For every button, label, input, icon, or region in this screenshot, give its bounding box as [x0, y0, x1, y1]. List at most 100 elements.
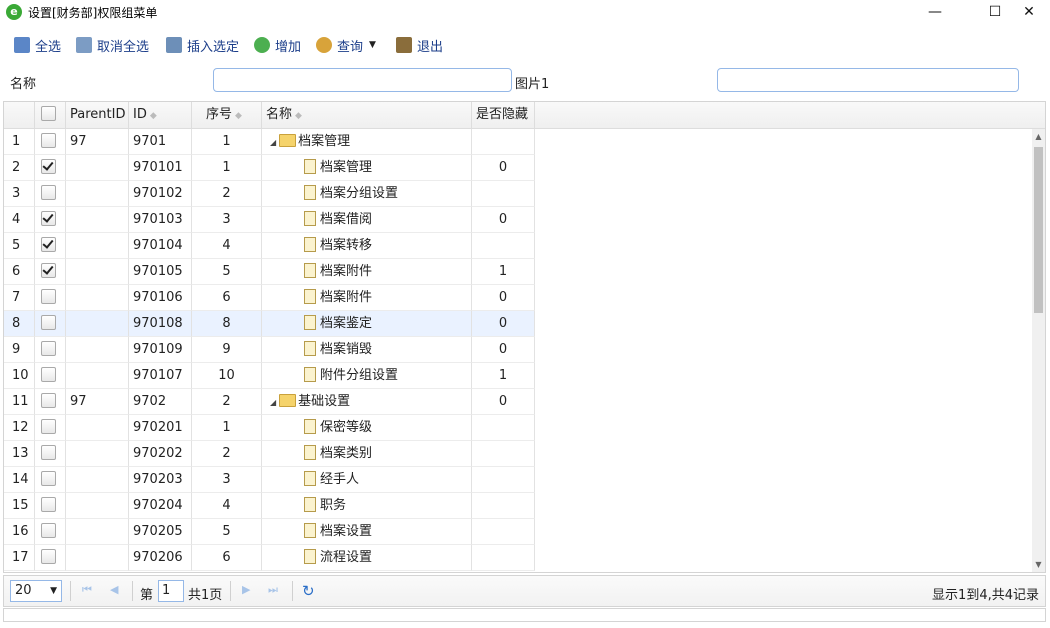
table-row[interactable]: 2 970101 1 档案管理 0: [4, 155, 535, 181]
row-checkbox[interactable]: [41, 393, 56, 408]
row-checkbox[interactable]: [41, 497, 56, 512]
row-checkbox[interactable]: [41, 445, 56, 460]
table-row[interactable]: 15 970204 4 职务: [4, 493, 535, 519]
table-row[interactable]: 7 970106 6 档案附件 0: [4, 285, 535, 311]
header-parentid[interactable]: ParentID: [66, 102, 129, 128]
folder-icon: [279, 134, 297, 147]
cell-id: 970107: [129, 363, 192, 389]
row-checkbox[interactable]: [41, 549, 56, 564]
row-checkbox[interactable]: [41, 419, 56, 434]
chevron-down-icon[interactable]: ▼: [369, 40, 376, 50]
cell-id: 970103: [129, 207, 192, 233]
menu-name-label: 档案转移: [320, 238, 373, 253]
select-all-button[interactable]: 全选: [14, 34, 61, 56]
row-number-value: 14: [12, 472, 29, 487]
table-row[interactable]: 14 970203 3 经手人: [4, 467, 535, 493]
header-hidden[interactable]: 是否隐藏: [472, 102, 535, 128]
cell-hidden: [472, 519, 535, 545]
cell-parentid: 97: [66, 129, 129, 155]
image-input[interactable]: [717, 68, 1019, 92]
page-size-select[interactable]: 20 ▼: [10, 580, 62, 602]
table-row[interactable]: 6 970105 5 档案附件 1: [4, 259, 535, 285]
table-row[interactable]: 17 970206 6 流程设置: [4, 545, 535, 571]
row-checkbox[interactable]: [41, 341, 56, 356]
row-checkbox[interactable]: [41, 185, 56, 200]
header-seq[interactable]: 序号 ◆: [192, 102, 262, 128]
row-checkbox[interactable]: [41, 237, 56, 252]
scroll-thumb[interactable]: [1034, 147, 1043, 313]
row-checkbox[interactable]: [41, 159, 56, 174]
first-page-icon[interactable]: ⏮: [82, 583, 92, 597]
cell-id: 970201: [129, 415, 192, 441]
deselect-all-button[interactable]: 取消全选: [76, 34, 149, 56]
cell-parentid: [66, 311, 129, 337]
row-checkbox[interactable]: [41, 289, 56, 304]
table-row[interactable]: 8 970108 8 档案鉴定 0: [4, 311, 535, 337]
row-number-value: 1: [12, 134, 21, 149]
header-select-all-checkbox[interactable]: [41, 106, 56, 121]
next-page-icon[interactable]: ▶: [242, 583, 250, 596]
title-bar: e 设置[财务部]权限组菜单 — ☐ ✕: [0, 0, 1050, 24]
table-row[interactable]: 16 970205 5 档案设置: [4, 519, 535, 545]
refresh-icon[interactable]: ↻: [302, 582, 315, 600]
add-button[interactable]: 增加: [254, 34, 301, 56]
table-row[interactable]: 10 970107 10 附件分组设置 1: [4, 363, 535, 389]
name-input[interactable]: [213, 68, 512, 92]
chevron-down-icon: ▼: [50, 586, 57, 596]
table-row[interactable]: 3 970102 2 档案分组设置: [4, 181, 535, 207]
insert-selected-button[interactable]: 插入选定: [166, 34, 239, 56]
cell-hidden: 0: [472, 337, 535, 363]
exit-label: 退出: [417, 39, 444, 55]
app-icon: e: [6, 4, 22, 20]
table-row[interactable]: 9 970109 9 档案销毁 0: [4, 337, 535, 363]
prev-page-icon[interactable]: ◀: [110, 583, 118, 596]
file-icon: [304, 471, 316, 486]
table-row[interactable]: 5 970104 4 档案转移: [4, 233, 535, 259]
menu-name-label: 基础设置: [298, 394, 351, 409]
row-checkbox[interactable]: [41, 263, 56, 278]
expand-toggle-icon[interactable]: ◢: [270, 130, 276, 154]
header-id[interactable]: ID ◆: [129, 102, 192, 128]
cell-seq: 4: [192, 493, 262, 519]
page-number-input[interactable]: 1: [158, 580, 184, 602]
cell-seq-value: 3: [222, 472, 231, 487]
scroll-down-icon[interactable]: ▼: [1032, 560, 1045, 570]
exit-button[interactable]: 退出: [396, 34, 443, 56]
cell-id-value: 970202: [133, 446, 183, 461]
cell-name: ◢ 基础设置: [262, 389, 472, 415]
scroll-up-icon[interactable]: ▲: [1032, 132, 1045, 142]
cell-id-value: 970205: [133, 524, 183, 539]
cell-parentid: [66, 233, 129, 259]
table-row[interactable]: 1 97 9701 1 ◢ 档案管理: [4, 129, 535, 155]
row-checkbox[interactable]: [41, 133, 56, 148]
vertical-scrollbar[interactable]: ▲ ▼: [1032, 129, 1045, 572]
row-number: 9: [4, 337, 35, 363]
cell-id: 970104: [129, 233, 192, 259]
cell-hidden-value: 0: [498, 160, 508, 175]
close-button[interactable]: ✕: [1006, 0, 1050, 24]
row-number-value: 8: [12, 316, 21, 331]
cell-seq: 8: [192, 311, 262, 337]
table-row[interactable]: 13 970202 2 档案类别: [4, 441, 535, 467]
table-row[interactable]: 4 970103 3 档案借阅 0: [4, 207, 535, 233]
row-checkbox[interactable]: [41, 367, 56, 382]
search-button[interactable]: 查询 ▼: [316, 34, 376, 56]
row-checkbox[interactable]: [41, 315, 56, 330]
row-number: 13: [4, 441, 35, 467]
cell-id-value: 9701: [133, 134, 167, 149]
row-checkbox[interactable]: [41, 211, 56, 226]
cell-seq: 1: [192, 155, 262, 181]
table-row[interactable]: 11 97 9702 2 ◢ 基础设置 0: [4, 389, 535, 415]
search-label: 查询: [337, 39, 364, 55]
header-name[interactable]: 名称 ◆: [262, 102, 472, 128]
last-page-icon[interactable]: ⏭: [268, 583, 278, 597]
file-icon: [304, 497, 316, 512]
expand-toggle-icon[interactable]: ◢: [270, 390, 276, 414]
minimize-button[interactable]: —: [912, 0, 958, 24]
file-icon: [304, 523, 316, 538]
row-checkbox[interactable]: [41, 471, 56, 486]
row-checkbox[interactable]: [41, 523, 56, 538]
page-prefix: 第: [140, 588, 154, 603]
table-row[interactable]: 12 970201 1 保密等级: [4, 415, 535, 441]
row-number: 7: [4, 285, 35, 311]
